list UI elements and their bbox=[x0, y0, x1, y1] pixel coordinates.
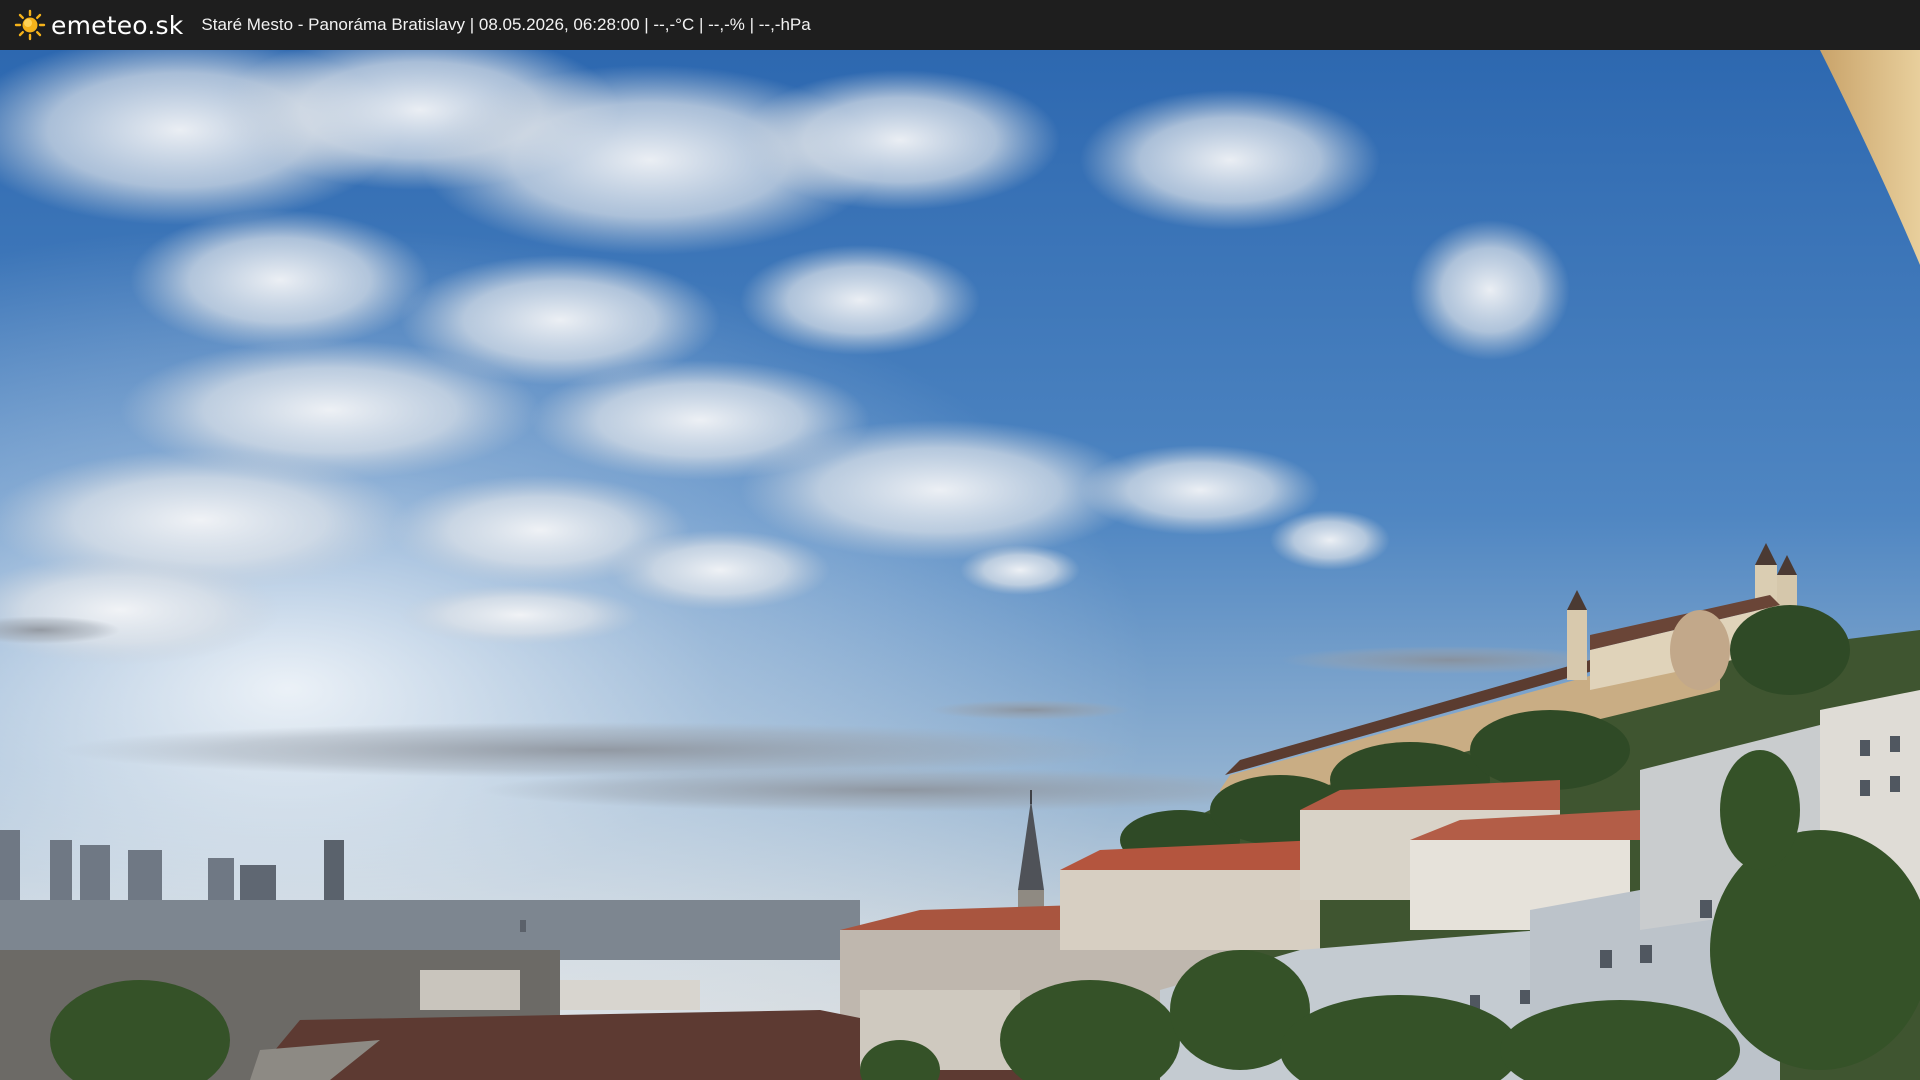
brand-logo[interactable]: emeteo.sk bbox=[14, 9, 183, 41]
webcam-image bbox=[0, 50, 1920, 1080]
sun-icon bbox=[14, 9, 46, 41]
brand-name: emeteo.sk bbox=[51, 10, 184, 40]
top-bar: emeteo.sk Staré Mesto - Panoráma Bratisl… bbox=[0, 0, 1920, 50]
webcam-caption: Staré Mesto - Panoráma Bratislavy | 08.0… bbox=[201, 15, 811, 34]
